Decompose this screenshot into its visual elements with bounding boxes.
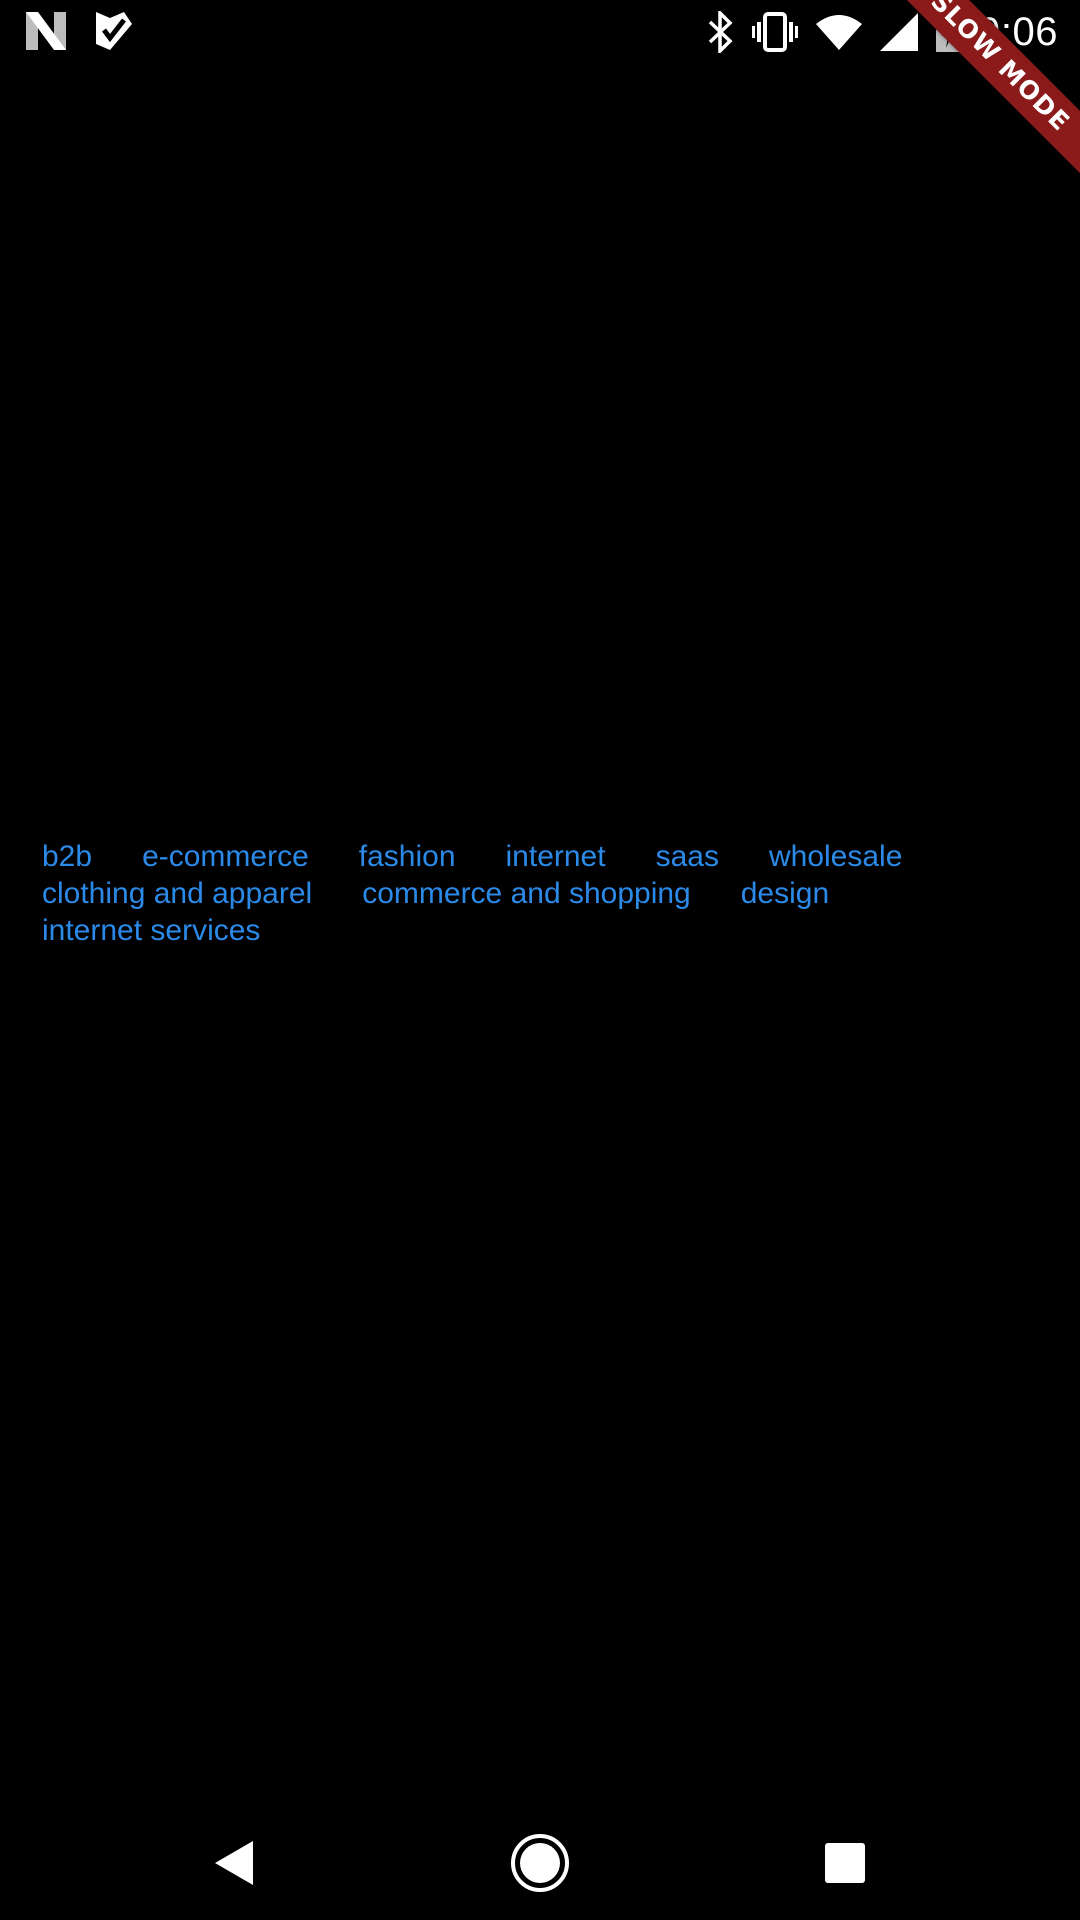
home-icon — [509, 1832, 571, 1898]
tag-item[interactable]: internet — [506, 838, 606, 875]
screen: 9:06 SLOW MODE b2b e-commerce fashion in… — [0, 0, 1080, 1920]
back-icon — [213, 1839, 257, 1891]
tag-item[interactable]: clothing and apparel — [42, 875, 312, 912]
n-logo-icon — [26, 12, 66, 50]
tag-item[interactable]: wholesale — [769, 838, 902, 875]
tag-row: b2b e-commerce fashion internet saas who… — [42, 838, 1042, 875]
tag-item[interactable]: internet services — [42, 912, 260, 949]
tag-item[interactable]: commerce and shopping — [362, 875, 691, 912]
tag-item[interactable]: fashion — [359, 838, 456, 875]
wifi-icon — [816, 14, 863, 50]
tag-item[interactable]: e-commerce — [142, 838, 309, 875]
tag-item[interactable]: saas — [656, 838, 719, 875]
signal-icon — [880, 13, 919, 51]
navigation-bar — [0, 1800, 1080, 1920]
recents-icon — [824, 1842, 866, 1888]
back-button[interactable] — [200, 1830, 270, 1900]
tag-item[interactable]: design — [741, 875, 829, 912]
bluetooth-icon — [708, 11, 734, 53]
check-icon — [96, 12, 132, 50]
tag-row: clothing and apparel commerce and shoppi… — [42, 875, 1042, 912]
status-bar-left — [26, 12, 132, 50]
recents-button[interactable] — [810, 1830, 880, 1900]
home-button[interactable] — [505, 1830, 575, 1900]
tag-row: internet services — [42, 912, 1042, 949]
tag-item[interactable]: b2b — [42, 838, 92, 875]
vibrate-icon — [752, 12, 799, 52]
tag-list: b2b e-commerce fashion internet saas who… — [42, 838, 1042, 949]
